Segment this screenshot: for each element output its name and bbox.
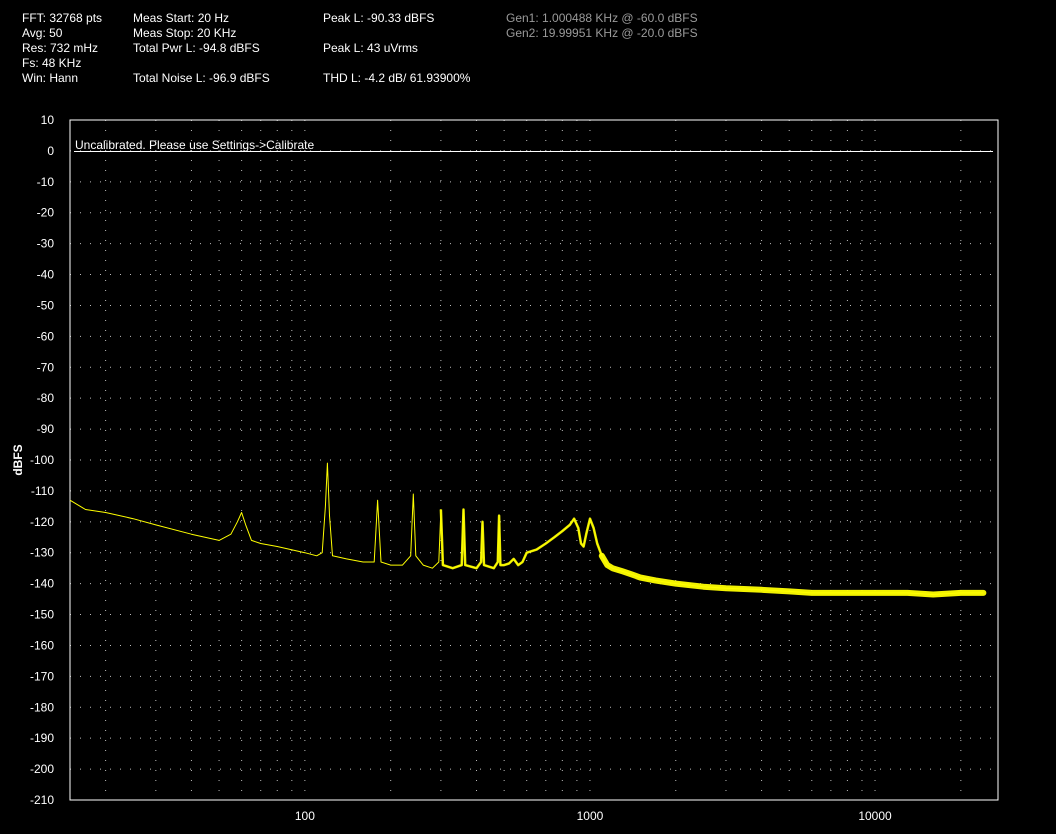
y-tick-label: -30 <box>37 237 55 251</box>
y-tick-label: -160 <box>30 638 54 652</box>
x-tick-label: 100 <box>295 809 315 823</box>
y-tick-label: 0 <box>47 144 54 158</box>
y-tick-label: -190 <box>30 731 54 745</box>
y-tick-label: -180 <box>30 700 54 714</box>
y-tick-label: -100 <box>30 453 54 467</box>
y-tick-label: -70 <box>37 360 55 374</box>
plot-frame <box>69 119 999 801</box>
spectrum-trace <box>69 462 984 595</box>
y-tick-label: -130 <box>30 546 54 560</box>
x-tick-label: 1000 <box>577 809 604 823</box>
y-tick-label: -170 <box>30 669 54 683</box>
y-tick-label: -120 <box>30 515 54 529</box>
y-tick-label: -20 <box>37 206 55 220</box>
x-tick-label: 10000 <box>858 809 892 823</box>
y-tick-label: -50 <box>37 298 55 312</box>
y-tick-label: -60 <box>37 329 55 343</box>
y-tick-label: -80 <box>37 391 55 405</box>
y-tick-label: -40 <box>37 268 55 282</box>
spectrum-noise-band <box>598 552 987 598</box>
y-tick-label: -90 <box>37 422 55 436</box>
trace <box>69 462 987 598</box>
grid <box>70 120 998 800</box>
calibration-banner[interactable]: Uncalibrated. Please use Settings->Calib… <box>75 138 314 152</box>
y-ticks: 10 0 -10 -20 -30 -40 -50 -60 -70 -80 -90 -100 -110 -1… <box>30 113 54 807</box>
y-tick-label: -140 <box>30 577 54 591</box>
y-tick-label: -150 <box>30 608 54 622</box>
y-tick-label: 10 <box>41 113 55 127</box>
y-tick-label: -210 <box>30 793 54 807</box>
y-tick-label: -110 <box>31 484 54 498</box>
y-axis-label: dBFS <box>11 444 25 475</box>
spectrum-mid-band <box>439 508 603 570</box>
spectrum-chart: 100-10-20-30-40-50-60-70-80-90-100-110-1… <box>11 113 999 823</box>
x-ticks: 100 1000 10000 <box>295 809 892 823</box>
y-tick-label: -10 <box>37 175 55 189</box>
y-tick-label: -200 <box>30 762 54 776</box>
